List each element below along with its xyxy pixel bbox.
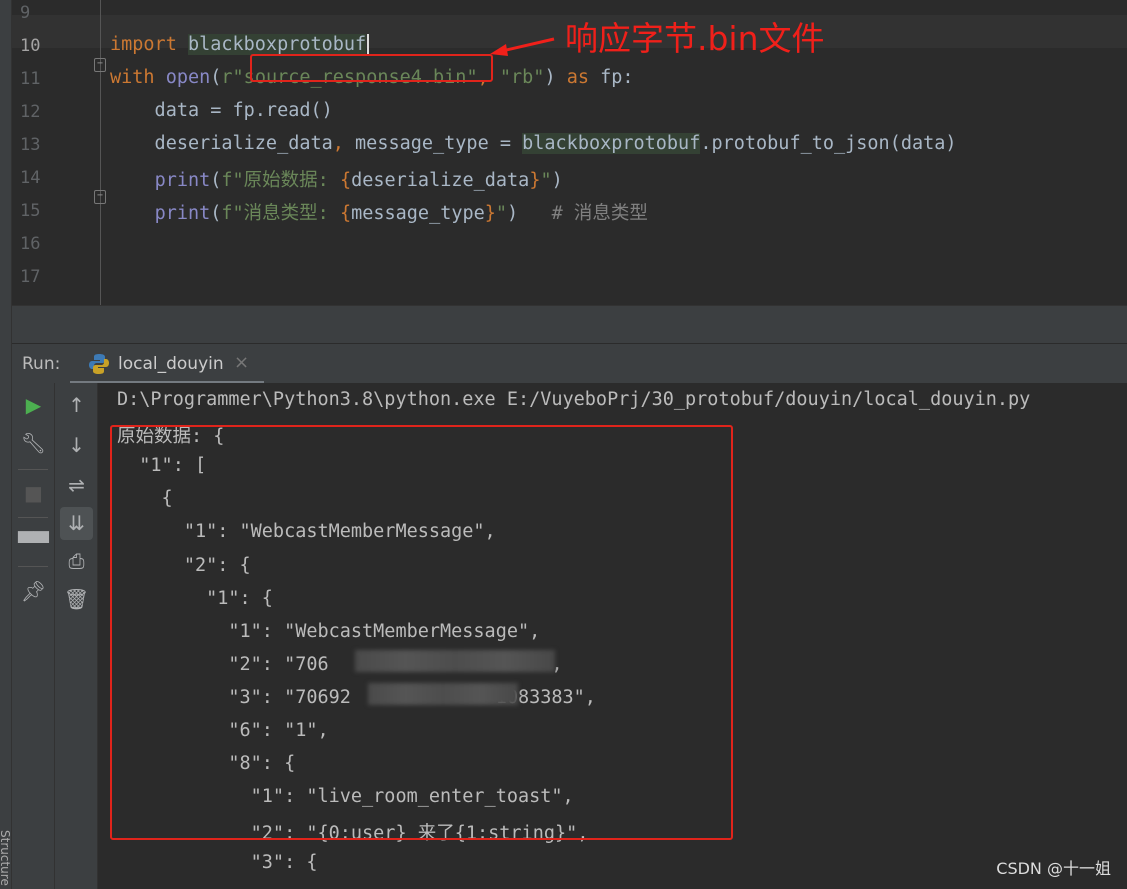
code-token: print (154, 170, 211, 191)
highlight-box-filename (250, 54, 493, 82)
code-token: fp: (600, 67, 634, 88)
line-number: 14 (20, 168, 41, 188)
annotation-arrow (490, 37, 555, 56)
code-token: ) (551, 170, 563, 191)
line-number: 9 (20, 3, 31, 23)
code-token: , (332, 133, 356, 154)
trash-icon[interactable]: 🗑︎ (55, 587, 98, 611)
code-token: ) (544, 67, 567, 88)
code-token: } (484, 203, 496, 224)
stop-icon[interactable]: ■ (12, 481, 55, 505)
run-toolwindow-header: Run: local_douyin × (12, 343, 1127, 384)
code-token: "rb" (499, 67, 545, 88)
text-cursor (367, 34, 370, 55)
code-token: blackboxprotobuf (522, 133, 701, 154)
code-token: # 消息类型 (551, 203, 648, 224)
tab-local-douyin[interactable]: local_douyin × (70, 344, 264, 384)
code-token: blackboxprotobuf (187, 34, 367, 55)
structure-tool-tab[interactable]: Structure (0, 830, 12, 886)
arrow-down-icon[interactable]: ↓ (55, 433, 98, 457)
code-token: f"消息类型: (221, 203, 340, 224)
close-tab-icon[interactable]: × (234, 352, 249, 373)
code-token: message_type = (355, 133, 523, 154)
fold-icon[interactable]: − (94, 58, 106, 72)
code-line[interactable]: deserialize_data, message_type = blackbo… (110, 133, 957, 154)
code-token: data = fp.read() (110, 100, 333, 121)
arrow-up-icon[interactable]: ↑ (55, 393, 98, 417)
run-icon[interactable]: ▶ (12, 393, 55, 417)
code-token: { (339, 203, 352, 224)
line-number: 12 (20, 102, 41, 122)
code-token: ( (210, 203, 222, 224)
code-token: deserialize_data (351, 170, 530, 191)
code-token: print (154, 203, 211, 224)
highlight-box-output (110, 425, 733, 840)
code-token: ( (210, 170, 222, 191)
code-token: with (110, 67, 166, 88)
code-token: message_type (351, 203, 485, 224)
code-line[interactable]: import blackboxprotobuf (110, 34, 370, 55)
code-token: ( (210, 67, 222, 88)
divider (18, 566, 48, 567)
editor-status-band (12, 305, 1127, 343)
console-line: "3": { (117, 852, 318, 874)
code-line[interactable]: data = fp.read() (110, 100, 333, 121)
tab-label: local_douyin (118, 354, 224, 374)
line-number: 13 (20, 135, 41, 155)
line-number: 10 (20, 36, 41, 56)
code-token: f"原始数据: (221, 170, 340, 191)
code-token: " (495, 203, 508, 224)
code-line[interactable]: print(f"消息类型: {message_type}") # 消息类型 (110, 199, 648, 225)
watermark: CSDN @十一姐 (996, 859, 1111, 878)
code-token: open (165, 67, 211, 88)
line-number: 11 (20, 69, 41, 89)
print-icon[interactable]: ⎙ (55, 549, 98, 573)
soft-wrap-icon[interactable]: ⇌ (55, 473, 98, 497)
code-token: deserialize_data (110, 133, 333, 154)
code-token: import (110, 34, 188, 55)
scroll-to-end-icon[interactable]: ⇊ (60, 507, 93, 540)
fold-end-icon[interactable]: − (94, 190, 106, 204)
code-token: { (339, 170, 352, 191)
code-token: } (529, 170, 541, 191)
code-token: " (540, 170, 552, 191)
line-number: 16 (20, 234, 41, 254)
code-token: .protobuf_to_json(data) (700, 133, 957, 154)
divider (18, 469, 48, 470)
run-toolbar-primary: ▶ 🔧︎ ■ ▀▀ 📌︎ (12, 383, 55, 889)
gutter-divider (100, 0, 101, 305)
pin-icon[interactable]: 📌︎ (12, 579, 55, 603)
code-line[interactable]: print(f"原始数据: {deserialize_data}") (110, 166, 563, 192)
annotation-text: 响应字节.bin文件 (565, 19, 825, 58)
code-token: ) (507, 203, 552, 224)
left-tool-strip (0, 0, 12, 889)
python-icon (89, 354, 109, 374)
divider (18, 517, 48, 518)
line-number: 17 (20, 267, 41, 287)
layout-icon[interactable]: ▀▀ (12, 531, 55, 555)
run-label: Run: (22, 354, 61, 374)
line-number: 15 (20, 201, 41, 221)
run-toolbar-secondary: ↑ ↓ ⇌ ⇊ ⎙ 🗑︎ (55, 383, 98, 889)
code-token: as (566, 67, 601, 88)
console-line: D:\Programmer\Python3.8\python.exe E:/Vu… (117, 389, 1031, 410)
wrench-icon[interactable]: 🔧︎ (12, 431, 55, 455)
